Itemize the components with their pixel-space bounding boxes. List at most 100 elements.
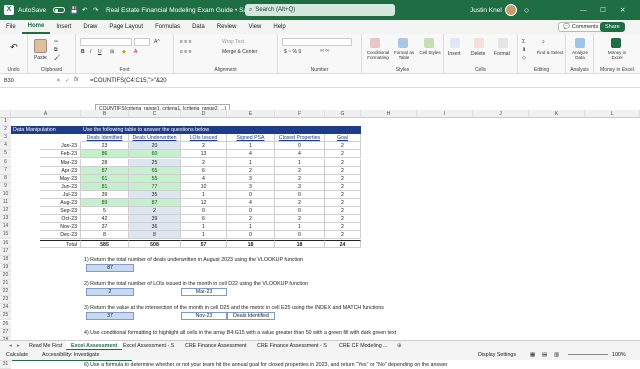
comments-button[interactable]: 💬 Comments (558, 22, 604, 32)
table-cell[interactable]: 4 (275, 150, 325, 159)
table-cell[interactable]: 2 (325, 182, 361, 191)
total-cell[interactable]: 585 (81, 239, 129, 248)
zoom-level[interactable]: 100% (612, 352, 626, 358)
tab-home[interactable]: Home (21, 20, 51, 34)
table-header[interactable]: LOIs Issued (181, 134, 227, 143)
answer-3-month[interactable]: Nov-23 (181, 312, 227, 321)
month-cell[interactable]: Sep-23 (40, 207, 81, 216)
tab-data[interactable]: Data (186, 20, 211, 34)
document-title[interactable]: Real Estate Financial Modeling Exam Guid… (106, 0, 258, 20)
table-cell[interactable]: 10 (181, 182, 227, 191)
tab-help[interactable]: Help (267, 20, 291, 34)
table-cell[interactable]: 2 (275, 174, 325, 183)
close-icon[interactable]: ✕ (620, 0, 625, 20)
borders-icon[interactable]: ⊞ (110, 49, 114, 55)
row-header[interactable]: 31 (0, 361, 11, 369)
total-cell[interactable]: 18 (227, 239, 275, 248)
table-cell[interactable]: 2 (325, 150, 361, 159)
row-header[interactable]: 5 (0, 150, 11, 159)
column-header-b[interactable]: B (81, 110, 129, 118)
row-header[interactable]: 24 (0, 304, 11, 313)
answer-3-metric[interactable]: Deals Identified (227, 312, 275, 321)
row-header[interactable]: 2 (0, 126, 11, 135)
table-cell[interactable]: 0 (227, 190, 275, 199)
decimal-icon[interactable]: ⁰⁰ ⁰⁰ (320, 49, 329, 55)
table-cell[interactable]: 25 (129, 158, 181, 167)
month-cell[interactable]: Dec-23 (40, 231, 81, 240)
table-cell[interactable]: 35 (129, 190, 181, 199)
redo-icon[interactable]: ↷ (93, 0, 98, 20)
month-cell[interactable]: Mar-23 (40, 158, 81, 167)
autosave-toggle[interactable] (50, 0, 65, 20)
total-cell[interactable]: 18 (275, 239, 325, 248)
number-format-dropdown[interactable] (282, 38, 352, 46)
tab-review[interactable]: Review (211, 20, 243, 34)
insert-cells-icon[interactable] (450, 38, 460, 48)
table-cell[interactable]: 55 (129, 174, 181, 183)
tab-formulas[interactable]: Formulas (149, 20, 186, 34)
column-header-a[interactable]: A (11, 110, 81, 118)
table-cell[interactable]: 4 (227, 199, 275, 208)
table-cell[interactable]: 2 (227, 166, 275, 175)
currency-icon[interactable]: $ ~ % 9 (284, 49, 301, 55)
row-header[interactable]: 17 (0, 247, 11, 256)
table-cell[interactable]: 39 (129, 215, 181, 224)
view-pagebreak-icon[interactable]: ▥ (554, 352, 559, 358)
row-header[interactable]: 16 (0, 239, 11, 248)
table-cell[interactable]: 81 (81, 182, 129, 191)
row-header[interactable]: 22 (0, 288, 11, 297)
total-cell[interactable]: 57 (181, 239, 227, 248)
delete-cells-icon[interactable] (474, 38, 484, 48)
merge-center-button[interactable]: Merge & Center (222, 49, 257, 55)
month-cell[interactable]: May-23 (40, 174, 81, 183)
row-header[interactable]: 11 (0, 199, 11, 208)
table-cell[interactable]: 2 (129, 207, 181, 216)
paste-icon[interactable] (34, 39, 47, 53)
table-cell[interactable]: 2 (325, 207, 361, 216)
table-cell[interactable]: 28 (81, 158, 129, 167)
table-cell[interactable]: 42 (81, 215, 129, 224)
align-top-icon[interactable]: ≡ ≡ ≡ (180, 39, 192, 45)
cut-icon[interactable]: ✂ (54, 39, 58, 45)
table-cell[interactable]: 2 (275, 199, 325, 208)
row-header[interactable]: 10 (0, 190, 11, 199)
table-cell[interactable]: 2 (181, 158, 227, 167)
answer-3[interactable]: 37 (86, 312, 134, 321)
font-color-icon[interactable]: A (134, 49, 137, 55)
column-header-i[interactable]: I (417, 110, 473, 118)
table-cell[interactable]: 2 (325, 166, 361, 175)
month-cell[interactable]: Aug-23 (40, 199, 81, 208)
row-header[interactable]: 7 (0, 166, 11, 175)
table-cell[interactable]: 6 (181, 215, 227, 224)
table-cell[interactable]: 39 (81, 190, 129, 199)
conditional-formatting-icon[interactable] (370, 38, 380, 48)
table-cell[interactable]: 5 (81, 207, 129, 216)
table-cell[interactable]: 8 (129, 231, 181, 240)
fill-color-icon[interactable]: ◆ (122, 49, 126, 55)
calculate-status[interactable]: Calculate (6, 352, 28, 358)
table-cell[interactable]: 2 (275, 166, 325, 175)
save-icon[interactable]: 💾 (70, 0, 78, 20)
column-header-d[interactable]: D (181, 110, 227, 118)
column-header-h[interactable]: H (361, 110, 417, 118)
table-cell[interactable]: 0 (227, 231, 275, 240)
row-header[interactable]: 23 (0, 296, 11, 305)
table-cell[interactable]: 6 (181, 166, 227, 175)
format-cells-icon[interactable] (498, 38, 508, 48)
find-select-icon[interactable]: ⌕ (542, 39, 545, 45)
analyze-data-icon[interactable] (575, 38, 585, 48)
table-header[interactable]: Deals Identified (81, 134, 129, 143)
column-header-f[interactable]: F (275, 110, 325, 118)
table-cell[interactable]: 0 (275, 231, 325, 240)
table-cell[interactable]: 1 (181, 231, 227, 240)
view-normal-icon[interactable]: ▦ (530, 352, 535, 358)
row-header[interactable]: 14 (0, 223, 11, 232)
table-cell[interactable]: 2 (181, 142, 227, 151)
column-header-c[interactable]: C (129, 110, 181, 118)
column-header-l[interactable]: L (585, 110, 640, 118)
undo-big-icon[interactable]: ↶ (9, 42, 19, 52)
column-header-j[interactable]: J (473, 110, 529, 118)
cell-styles-icon[interactable] (424, 38, 434, 48)
function-icon[interactable]: fx (74, 77, 79, 83)
copy-icon[interactable]: ⧉ (54, 47, 58, 53)
